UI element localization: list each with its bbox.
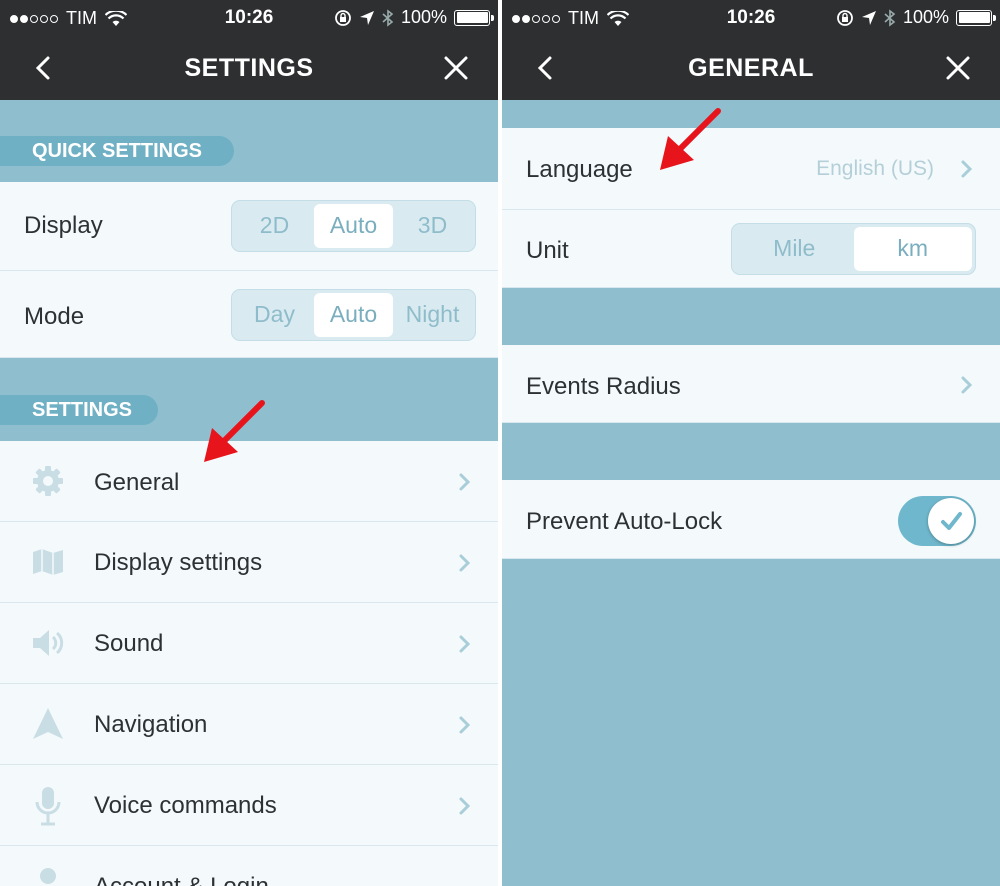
language-value: English (US) [816,157,934,180]
mode-label: Mode [24,303,85,330]
status-bar: TIM 10:26 100% [0,0,498,36]
prevent-auto-lock-row: Prevent Auto-Lock [502,480,1000,559]
display-option-3d[interactable]: 3D [393,204,472,248]
unit-row: Unit Mile km [502,210,1000,288]
battery-percent: 100% [400,7,447,27]
rotation-lock-icon [335,9,351,26]
chevron-right-icon [961,160,973,178]
close-icon[interactable] [942,52,974,84]
location-icon [861,10,876,25]
quick-settings-header: QUICK SETTINGS [0,136,234,166]
settings-screen: TIM 10:26 100% SETTINGS QUICK SETTINGS D… [0,0,498,886]
nav-bar: SETTINGS [0,36,498,100]
mode-segmented-control: Day Auto Night [231,289,476,341]
close-icon[interactable] [440,52,472,84]
chevron-right-icon [459,635,471,653]
chevron-right-icon [459,797,471,815]
navigation-arrow-icon [33,708,63,739]
status-right: 100% [334,7,494,28]
mode-option-auto[interactable]: Auto [314,293,393,337]
menu-item-account-login[interactable]: Account & Login [0,846,498,886]
gear-icon [33,466,63,496]
status-bar: TIM 10:26 100% [502,0,1000,36]
page-title: GENERAL [688,54,814,82]
display-row: Display 2D Auto 3D [0,182,498,271]
location-icon [359,10,374,25]
mode-row: Mode Day Auto Night [0,271,498,358]
menu-item-voice-commands[interactable]: Voice commands [0,765,498,846]
nav-bar: GENERAL [502,36,1000,100]
menu-item-display-settings[interactable]: Display settings [0,522,498,603]
quick-settings-section: QUICK SETTINGS [0,100,498,182]
settings-header: SETTINGS [0,395,158,425]
speaker-icon [33,630,64,656]
toggle-knob [928,498,974,544]
menu-item-label: Voice commands [94,792,277,819]
mode-option-day[interactable]: Day [235,293,314,337]
display-segmented-control: 2D Auto 3D [231,200,476,252]
prevent-auto-lock-toggle[interactable] [898,496,976,546]
chevron-right-icon [961,376,973,394]
chevron-right-icon [459,473,471,491]
microphone-icon [35,787,61,826]
status-right: 100% [836,7,996,28]
events-radius-row[interactable]: Events Radius [502,345,1000,423]
menu-item-label: Navigation [94,711,208,738]
menu-item-label: General [94,469,180,496]
mode-option-night[interactable]: Night [393,293,472,337]
bluetooth-icon [382,8,394,27]
menu-item-label: Sound [94,630,164,657]
menu-item-sound[interactable]: Sound [0,603,498,684]
prevent-auto-lock-label: Prevent Auto-Lock [526,508,723,535]
bluetooth-icon [884,8,896,27]
unit-option-km[interactable]: km [853,227,972,271]
display-label: Display [24,212,103,239]
battery-percent: 100% [902,7,949,27]
unit-label: Unit [526,237,569,264]
rotation-lock-icon [837,9,853,26]
language-label: Language [526,156,633,183]
person-icon [40,868,56,884]
annotation-arrow [204,400,265,462]
display-option-2d[interactable]: 2D [235,204,314,248]
map-icon [33,549,63,575]
unit-segmented-control: Mile km [731,223,976,275]
battery-icon [956,9,996,26]
battery-icon [454,9,494,26]
chevron-right-icon [459,554,471,572]
menu-item-label: Account & Login [94,873,269,886]
unit-option-mile[interactable]: Mile [735,227,854,271]
menu-item-navigation[interactable]: Navigation [0,684,498,765]
display-option-auto[interactable]: Auto [314,204,393,248]
annotation-arrow [660,108,721,170]
checkmark-icon [941,512,962,530]
general-screen: TIM 10:26 100% GENERAL Language English … [502,0,1000,886]
chevron-right-icon [459,716,471,734]
menu-item-label: Display settings [94,549,263,576]
page-title: SETTINGS [184,54,314,82]
language-row[interactable]: Language English (US) [502,128,1000,210]
events-radius-label: Events Radius [526,373,681,400]
